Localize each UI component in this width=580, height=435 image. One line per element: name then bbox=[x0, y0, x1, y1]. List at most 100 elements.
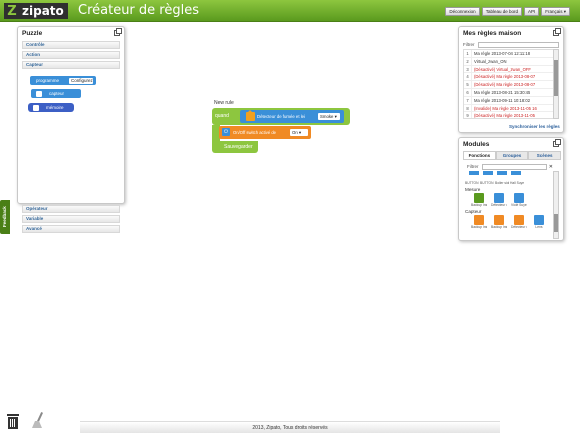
module-label: Backup Inslu bbox=[471, 203, 487, 207]
rule-list-item[interactable]: 9 (Désactivé) Ma règle 2013-11-05 bbox=[464, 112, 554, 119]
module-item[interactable]: Détecteur de bbox=[511, 215, 527, 229]
modules-scrollbar[interactable] bbox=[553, 171, 559, 239]
rules-title: Mes règles maison bbox=[463, 30, 522, 37]
rule-number: 2 bbox=[464, 57, 472, 65]
category-avance[interactable]: Avancé bbox=[22, 225, 120, 233]
broom-icon[interactable] bbox=[31, 412, 45, 429]
module-icon[interactable] bbox=[483, 171, 493, 175]
rule-list-item[interactable]: 3 (Désactivé) Virtual_zwan_OFF bbox=[464, 65, 554, 74]
modules-panel: Modules Fonctions Groupes Scènes Filtrer… bbox=[458, 137, 564, 241]
feedback-tab[interactable]: Feedback bbox=[0, 200, 10, 234]
rule-list-item[interactable]: 5 (Désactivé) Ma règle 2013-08-07 bbox=[464, 81, 554, 89]
rule-text: (Invalide) Ma règle 2013-11-05 16 bbox=[474, 105, 537, 111]
modules-list: BUTTONBUTTONBoiler siderHall SuyenMesure… bbox=[463, 171, 551, 239]
rule-when-block[interactable]: quand Détecteur de fumée et lei Smoke ▾ bbox=[212, 108, 350, 125]
puzzle-panel: Puzzle Contrôle Action Capteur programme… bbox=[17, 26, 125, 233]
rule-number: 8 bbox=[464, 104, 472, 112]
block-programme-label: programme bbox=[36, 78, 60, 83]
footer: 2013, Zipato, Tous droits réservés bbox=[80, 421, 500, 433]
language-select[interactable]: Français ▾ bbox=[541, 7, 570, 16]
module-item[interactable]: Backup Inslu bbox=[471, 215, 487, 229]
category-action[interactable]: Action bbox=[22, 51, 120, 59]
zipato-logo[interactable]: Z zipato bbox=[4, 3, 74, 19]
smoke-detector-block[interactable]: Détecteur de fumée et lei Smoke ▾ bbox=[240, 110, 344, 123]
module-label: Lens bbox=[535, 225, 543, 229]
on-select[interactable]: On ▾ bbox=[290, 129, 308, 136]
tab-groupes[interactable]: Groupes bbox=[495, 151, 529, 159]
block-capteur[interactable]: capteur bbox=[31, 89, 81, 98]
rule-list-item[interactable]: 6 Ma règle 2013-08-21 15:30:45 bbox=[464, 88, 554, 97]
rule-list-item[interactable]: 2 Virtual_zwan_ON bbox=[464, 57, 554, 66]
module-item[interactable]: Lens bbox=[531, 215, 547, 229]
rule-list-item[interactable]: 8 (Invalide) Ma règle 2013-11-05 16 bbox=[464, 104, 554, 113]
rule-number: 6 bbox=[464, 88, 472, 96]
clear-icon[interactable]: ✕ bbox=[549, 164, 553, 170]
popout-icon[interactable] bbox=[553, 139, 561, 147]
rule-list-item[interactable]: 1 Ma règle 2013-07-04 12:11:18 bbox=[464, 50, 554, 58]
rule-text: (Désactivé) Ma règle 2013-08-07 bbox=[474, 74, 536, 80]
logo-mark: Z bbox=[4, 3, 20, 19]
module-section-title: Capteur bbox=[465, 209, 482, 214]
api-button[interactable]: API bbox=[523, 7, 540, 16]
page-title: Créateur de règles bbox=[78, 3, 199, 18]
category-capteur[interactable]: Capteur bbox=[22, 61, 120, 69]
popout-icon[interactable] bbox=[114, 28, 122, 36]
block-slot bbox=[36, 90, 42, 97]
filter-label: Filtrer bbox=[463, 42, 475, 47]
module-item[interactable]: Backup Inslu bbox=[471, 193, 487, 207]
logout-button[interactable]: Déconnexion bbox=[445, 7, 480, 16]
module-item[interactable]: Détecteur de bbox=[491, 193, 507, 207]
module-item[interactable]: Backup Inslu bbox=[491, 215, 507, 229]
module-row: Backup Inslu Backup Inslu Détecteur de Lens bbox=[463, 215, 551, 229]
category-operateur[interactable]: Opérateur bbox=[22, 205, 120, 213]
switch-action-block[interactable]: ⏻ On/Off switch activé de On ▾ bbox=[219, 126, 311, 139]
save-button[interactable]: Sauvegarder bbox=[224, 144, 253, 150]
tab-scenes[interactable]: Scènes bbox=[528, 151, 562, 159]
module-label: BUTTON bbox=[465, 181, 479, 185]
rule-list-item[interactable]: 4 (Désactivé) Ma règle 2013-08-07 bbox=[464, 73, 554, 82]
rule-footer: Sauvegarder bbox=[212, 141, 258, 153]
when-label: quand bbox=[215, 113, 229, 119]
detector-label: Détecteur de fumée et lei bbox=[257, 114, 306, 119]
rules-panel: Mes règles maison Filtrer 1 Ma règle 2013… bbox=[458, 26, 564, 133]
rule-name[interactable]: New rule bbox=[214, 100, 234, 106]
smoke-select[interactable]: Smoke ▾ bbox=[318, 113, 340, 120]
category-variable[interactable]: Variable bbox=[22, 215, 120, 223]
block-memoire[interactable]: mémoire bbox=[28, 103, 74, 112]
block-palette: programme Configurez capteur mémoire bbox=[18, 71, 124, 163]
module-icon[interactable] bbox=[497, 171, 507, 175]
module-item[interactable]: Violé Suyen bbox=[511, 193, 527, 207]
rule-number: 5 bbox=[464, 81, 472, 88]
sync-rules-button[interactable]: Synchroniser les règles bbox=[509, 124, 560, 129]
block-programme[interactable]: programme Configurez bbox=[30, 76, 96, 85]
palette-spacer bbox=[18, 163, 124, 205]
module-label: Hall Suyen bbox=[510, 181, 524, 185]
rules-scrollbar[interactable] bbox=[553, 49, 559, 119]
block-memoire-label: mémoire bbox=[46, 105, 64, 110]
modules-tabs: Fonctions Groupes Scènes bbox=[463, 151, 562, 160]
module-icon bbox=[514, 215, 524, 225]
modules-filter-input[interactable] bbox=[482, 163, 547, 170]
broom-bristle bbox=[32, 421, 42, 428]
rules-filter-input[interactable] bbox=[478, 41, 559, 48]
rule-list-item[interactable]: 7 Ma règle 2013-09-11 10:18:02 bbox=[464, 96, 554, 105]
module-icon bbox=[534, 215, 544, 225]
module-icon bbox=[494, 193, 504, 203]
category-controle[interactable]: Contrôle bbox=[22, 41, 120, 49]
popout-icon[interactable] bbox=[553, 28, 561, 36]
module-icon bbox=[474, 193, 484, 203]
rule-text: (Désactivé) Ma règle 2013-11-05 bbox=[474, 113, 535, 119]
module-strip bbox=[463, 171, 551, 181]
rule-text: Virtual_zwan_ON bbox=[474, 58, 507, 64]
module-icon[interactable] bbox=[469, 171, 479, 175]
rules-list: 1 Ma règle 2013-07-04 12:11:18 2 Virtual_zw… bbox=[463, 49, 555, 119]
module-strip-labels: BUTTONBUTTONBoiler siderHall Suyen bbox=[463, 181, 551, 185]
configurez-field[interactable]: Configurez bbox=[69, 77, 93, 84]
module-icon[interactable] bbox=[511, 171, 521, 175]
action-label: On/Off switch activé de bbox=[233, 130, 276, 135]
trash-icon[interactable] bbox=[7, 414, 19, 429]
module-label: Backup Inslu bbox=[491, 225, 507, 229]
home-icon bbox=[246, 110, 255, 121]
tab-fonctions[interactable]: Fonctions bbox=[463, 151, 496, 159]
dashboard-button[interactable]: Tableau de bord bbox=[481, 7, 522, 16]
